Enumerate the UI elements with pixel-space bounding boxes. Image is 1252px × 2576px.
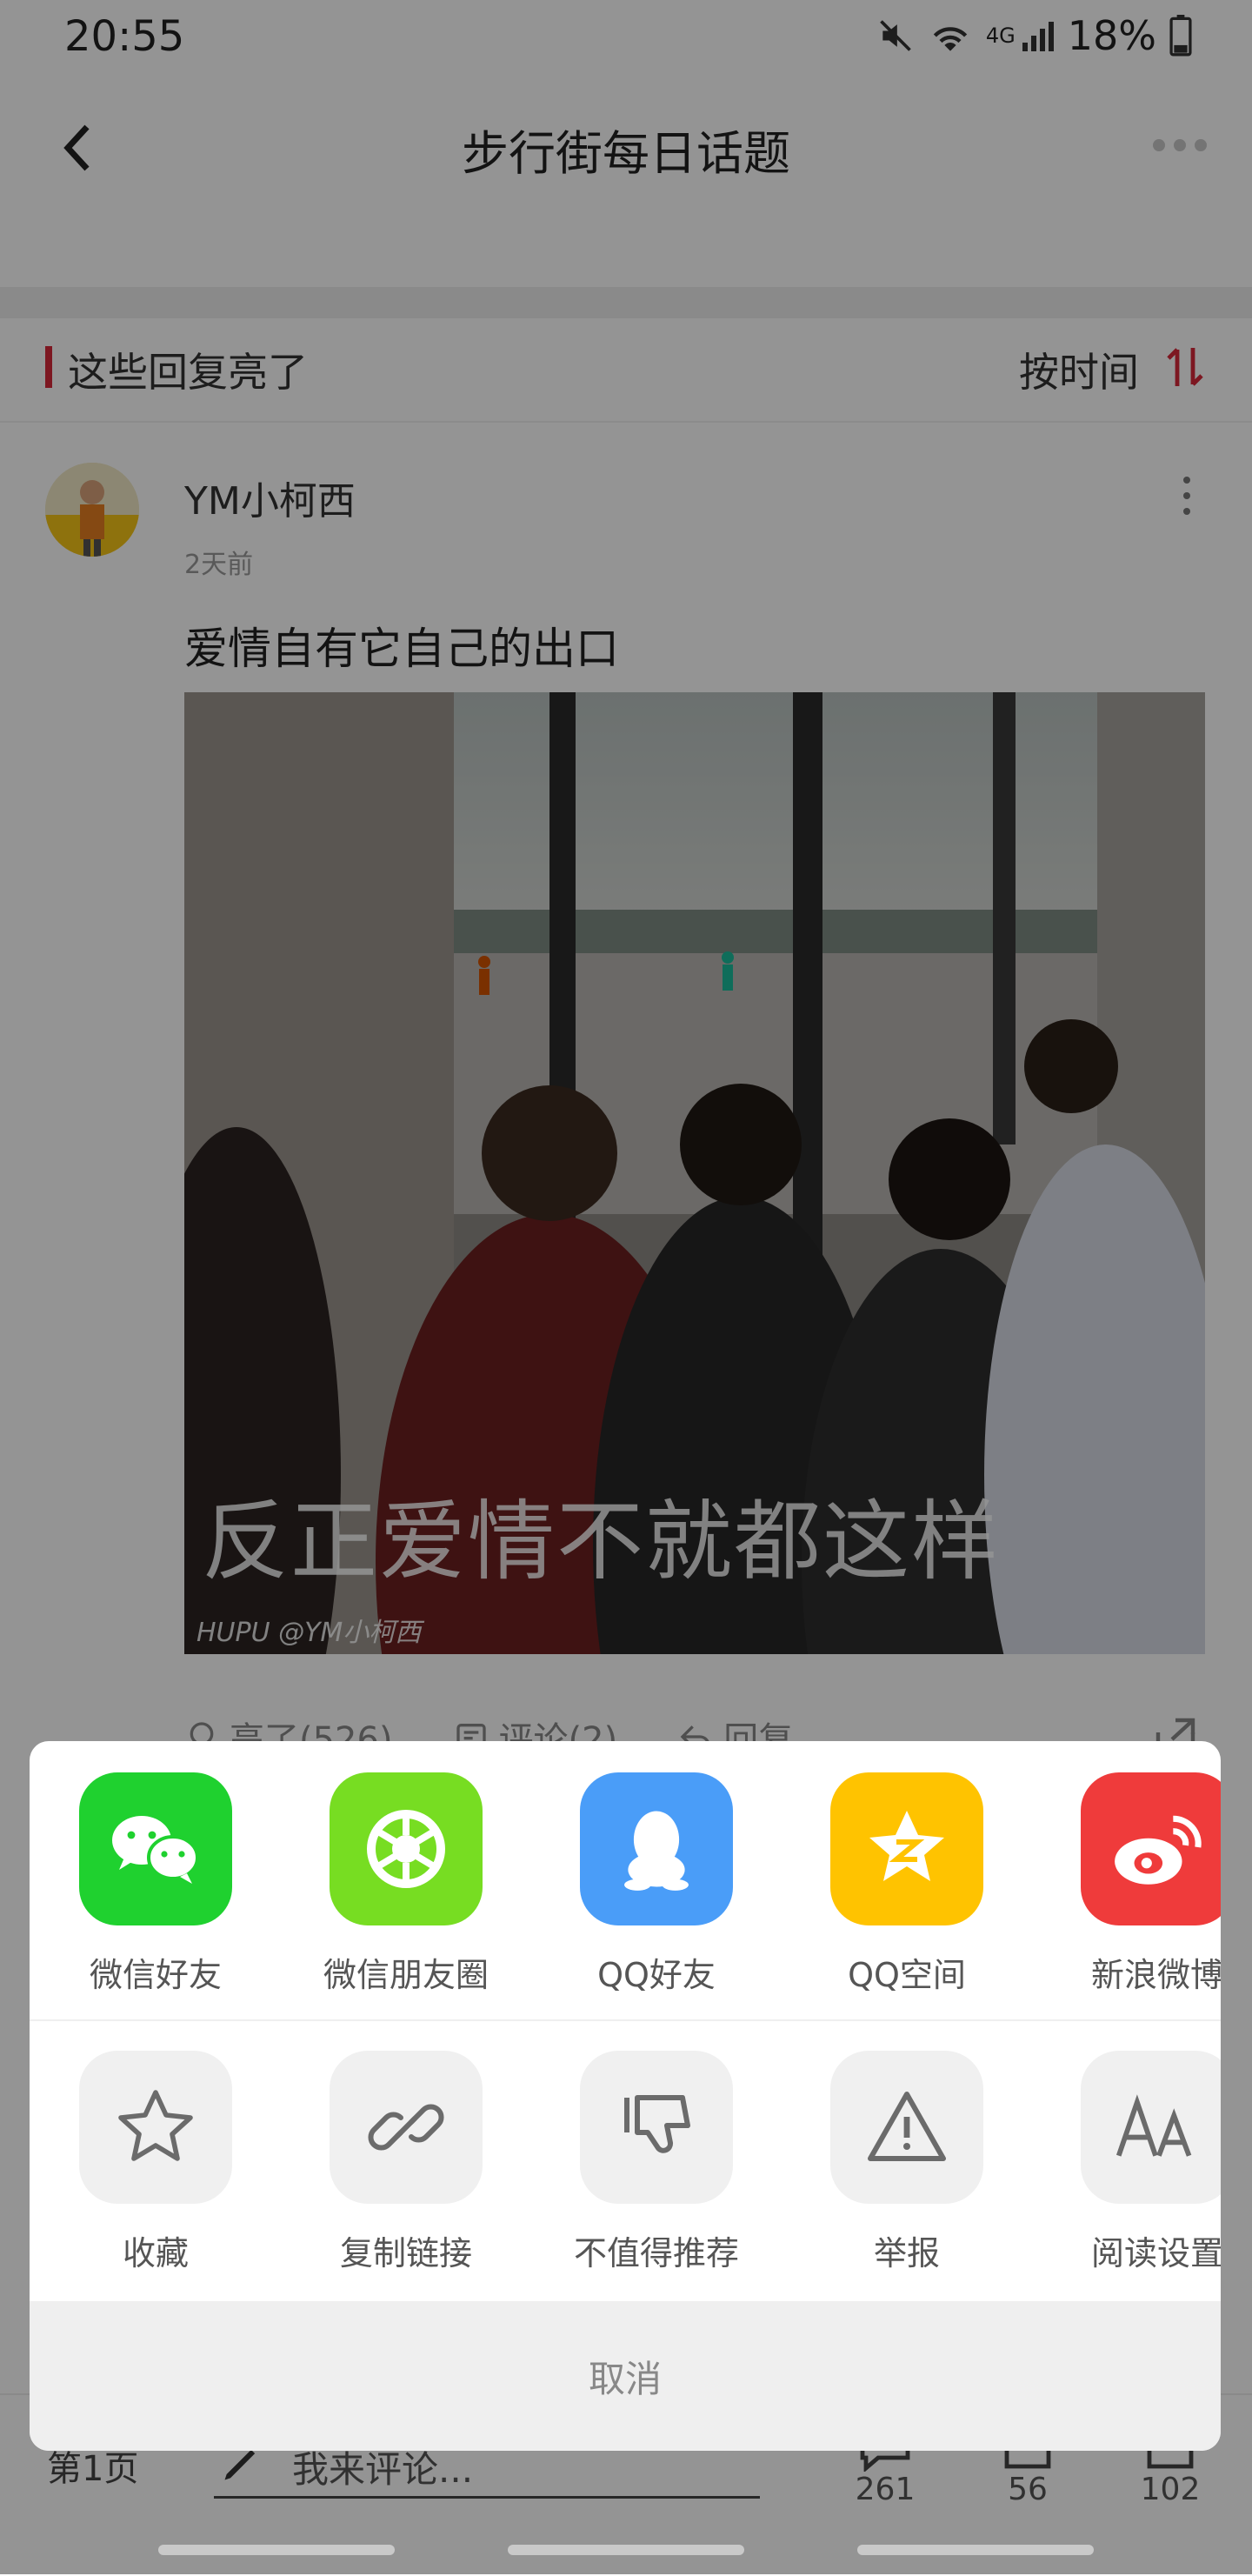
not-recommend-tile bbox=[580, 2051, 733, 2204]
nav-gesture-bar[interactable] bbox=[158, 2545, 395, 2555]
copy-link-tile bbox=[330, 2051, 483, 2204]
qzone-icon bbox=[869, 1811, 944, 1881]
warning-icon bbox=[868, 2092, 946, 2161]
qq-tile bbox=[580, 1772, 733, 1925]
nav-gesture-bar[interactable] bbox=[508, 2545, 744, 2555]
nav-gesture-bar[interactable] bbox=[857, 2545, 1094, 2555]
copy-link-button[interactable]: 复制链接 bbox=[293, 2051, 519, 2274]
qq-icon bbox=[624, 1811, 689, 1891]
share-wechat[interactable]: 微信好友 bbox=[43, 1772, 269, 1996]
thumbs-down-icon bbox=[624, 2095, 690, 2153]
link-icon bbox=[368, 2104, 444, 2151]
reading-settings-button[interactable]: 阅读设置 bbox=[1044, 2051, 1221, 2274]
star-icon bbox=[118, 2090, 193, 2161]
share-qq[interactable]: QQ好友 bbox=[543, 1772, 769, 1996]
share-label: 微信好友 bbox=[89, 1956, 222, 1994]
share-moments[interactable]: 微信朋友圈 bbox=[293, 1772, 519, 1996]
favorite-button[interactable]: 收藏 bbox=[43, 2051, 269, 2274]
share-label: QQ空间 bbox=[848, 1956, 966, 1994]
qzone-tile bbox=[830, 1772, 983, 1925]
share-qzone[interactable]: QQ空间 bbox=[794, 1772, 1020, 1996]
moments-tile bbox=[330, 1772, 483, 1925]
divider bbox=[30, 2019, 1221, 2021]
share-weibo[interactable]: 新浪微博 bbox=[1044, 1772, 1221, 1996]
weibo-tile bbox=[1081, 1772, 1221, 1925]
tool-label: 收藏 bbox=[122, 2234, 189, 2272]
cancel-button[interactable]: 取消 bbox=[30, 2301, 1221, 2451]
tool-label: 举报 bbox=[873, 2234, 940, 2272]
favorite-tile bbox=[79, 2051, 232, 2204]
not-recommend-button[interactable]: 不值得推荐 bbox=[543, 2051, 769, 2274]
moments-icon bbox=[367, 1810, 445, 1888]
report-tile bbox=[830, 2051, 983, 2204]
tool-label: 不值得推荐 bbox=[573, 2234, 739, 2272]
wechat-tile bbox=[79, 1772, 232, 1925]
weibo-icon bbox=[1115, 1815, 1202, 1885]
font-size-icon bbox=[1115, 2094, 1192, 2157]
tool-label: 复制链接 bbox=[339, 2234, 472, 2272]
report-button[interactable]: 举报 bbox=[794, 2051, 1020, 2274]
share-label: QQ好友 bbox=[597, 1956, 716, 1994]
reading-settings-tile bbox=[1081, 2051, 1221, 2204]
wechat-icon bbox=[112, 1816, 199, 1884]
share-label: 微信朋友圈 bbox=[323, 1956, 489, 1994]
share-sheet: 微信好友 微信朋友圈 QQ好友 QQ空间 新浪微博 收藏 复制链接 不值得推荐 … bbox=[30, 1741, 1221, 2451]
share-label: 新浪微博 bbox=[1090, 1956, 1221, 1994]
tool-label: 阅读设置 bbox=[1090, 2234, 1221, 2272]
